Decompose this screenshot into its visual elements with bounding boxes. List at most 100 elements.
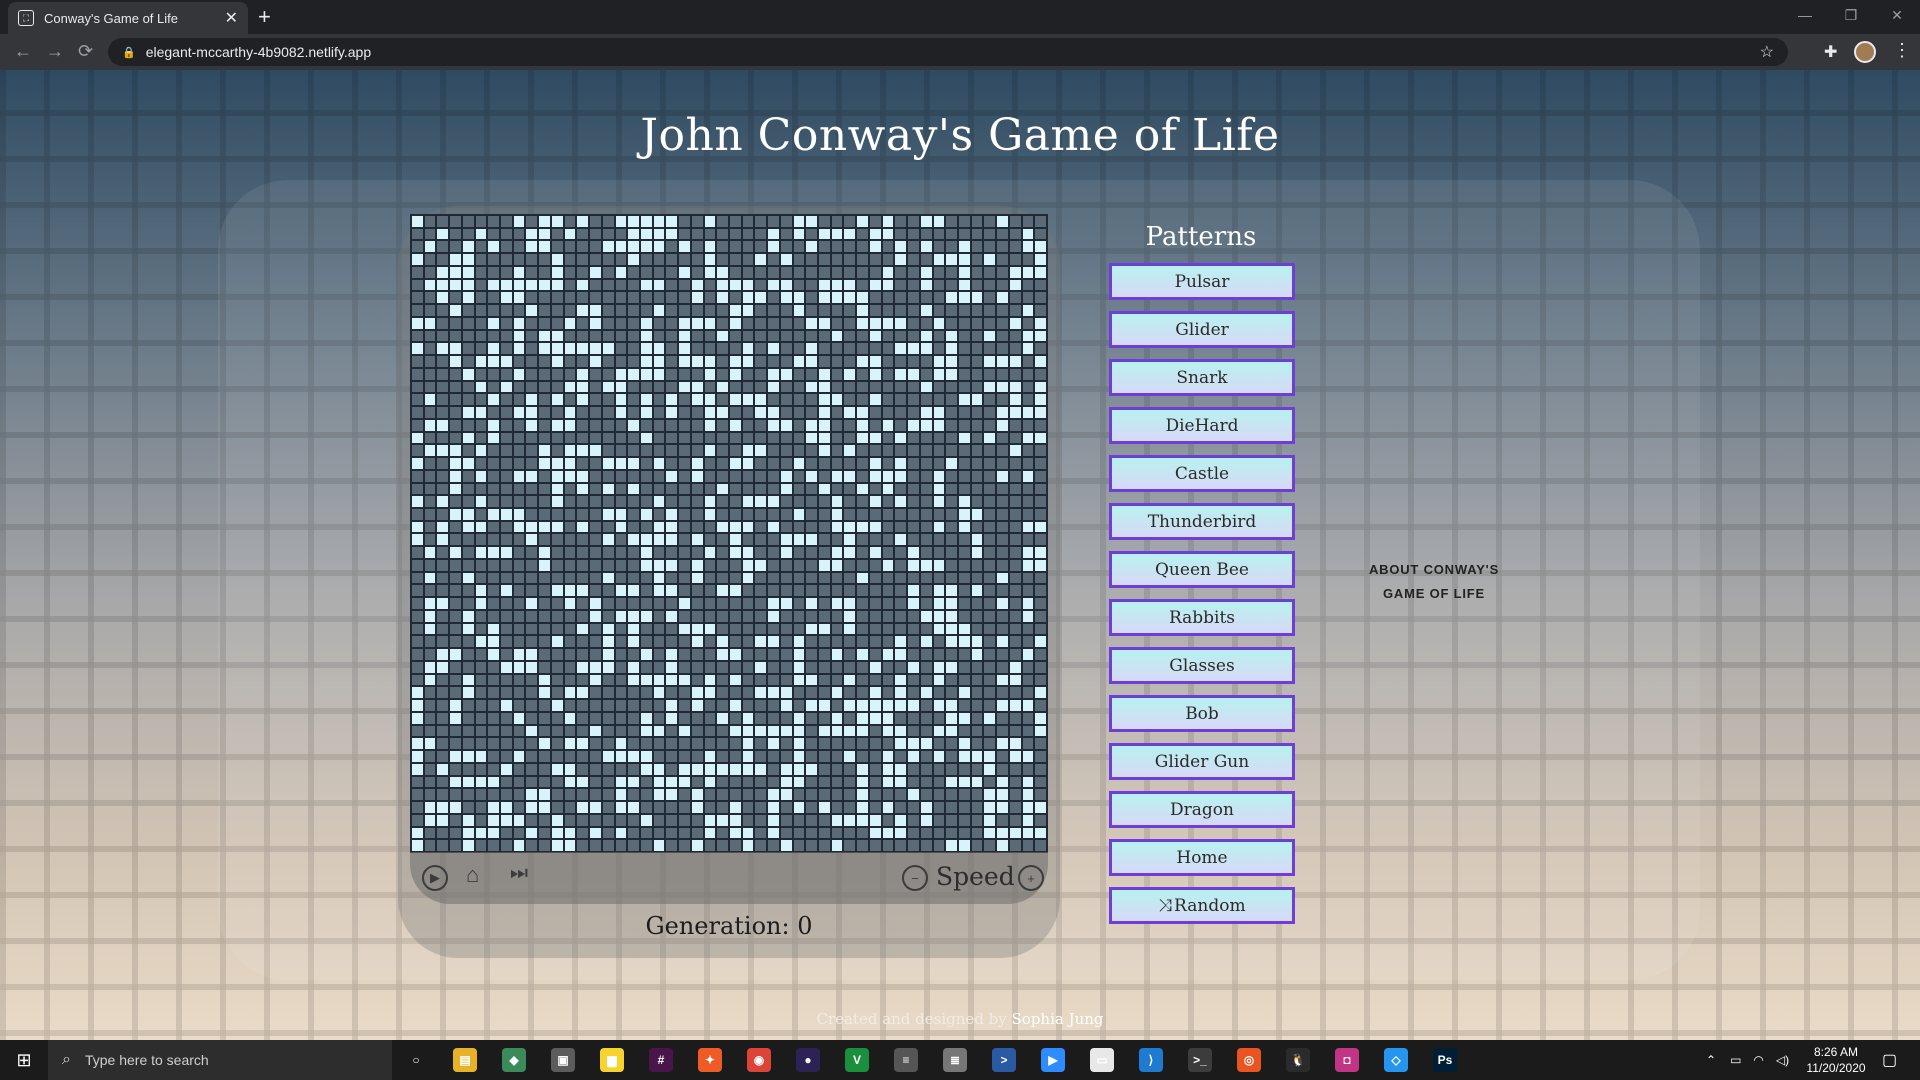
- grid-cell[interactable]: [412, 496, 423, 508]
- grid-cell[interactable]: [424, 356, 436, 367]
- grid-cell[interactable]: [450, 241, 461, 253]
- grid-cell[interactable]: [653, 534, 665, 546]
- grid-cell[interactable]: [997, 814, 1008, 826]
- grid-cell[interactable]: [551, 445, 563, 457]
- grid-cell[interactable]: [895, 394, 907, 406]
- grid-cell[interactable]: [857, 789, 868, 801]
- grid-cell[interactable]: [602, 649, 614, 660]
- grid-cell[interactable]: [666, 305, 678, 316]
- grid-cell[interactable]: [717, 636, 728, 648]
- grid-cell[interactable]: [984, 534, 996, 546]
- grid-cell[interactable]: [1035, 266, 1046, 278]
- grid-cell[interactable]: [564, 470, 576, 482]
- grid-cell[interactable]: [869, 547, 881, 558]
- grid-cell[interactable]: [869, 585, 881, 597]
- grid-cell[interactable]: [946, 814, 957, 826]
- grid-cell[interactable]: [590, 241, 601, 253]
- grid-cell[interactable]: [590, 521, 601, 533]
- grid-cell[interactable]: [755, 751, 767, 762]
- grid-cell[interactable]: [526, 356, 538, 367]
- grid-cell[interactable]: [971, 687, 983, 699]
- grid-cell[interactable]: [882, 687, 894, 699]
- grid-cell[interactable]: [717, 343, 728, 355]
- grid-cell[interactable]: [793, 610, 805, 622]
- grid-cell[interactable]: [513, 700, 525, 711]
- grid-cell[interactable]: [424, 228, 436, 240]
- grid-cell[interactable]: [831, 521, 843, 533]
- grid-cell[interactable]: [755, 521, 767, 533]
- grid-cell[interactable]: [590, 432, 601, 444]
- grid-cell[interactable]: [488, 610, 500, 622]
- grid-cell[interactable]: [831, 317, 843, 329]
- grid-cell[interactable]: [551, 496, 563, 508]
- grid-cell[interactable]: [869, 432, 881, 444]
- grid-cell[interactable]: [730, 712, 741, 724]
- grid-cell[interactable]: [615, 572, 627, 584]
- grid-cell[interactable]: [615, 585, 627, 597]
- grid-cell[interactable]: [742, 649, 754, 660]
- grid-cell[interactable]: [717, 700, 728, 711]
- grid-cell[interactable]: [628, 802, 639, 813]
- grid-cell[interactable]: [462, 356, 474, 367]
- grid-cell[interactable]: [730, 661, 741, 673]
- grid-cell[interactable]: [958, 598, 970, 609]
- grid-cell[interactable]: [958, 840, 970, 851]
- grid-cell[interactable]: [615, 241, 627, 253]
- grid-cell[interactable]: [997, 738, 1008, 750]
- grid-cell[interactable]: [513, 598, 525, 609]
- grid-cell[interactable]: [564, 649, 576, 660]
- grid-cell[interactable]: [908, 776, 919, 788]
- grid-cell[interactable]: [933, 636, 945, 648]
- linux-icon[interactable]: 🐧: [1286, 1048, 1310, 1072]
- grid-cell[interactable]: [1035, 241, 1046, 253]
- grid-cell[interactable]: [539, 636, 550, 648]
- grid-cell[interactable]: [1009, 343, 1021, 355]
- grid-cell[interactable]: [895, 266, 907, 278]
- grid-cell[interactable]: [628, 598, 639, 609]
- grid-cell[interactable]: [488, 394, 500, 406]
- grid-cell[interactable]: [984, 776, 996, 788]
- grid-cell[interactable]: [424, 521, 436, 533]
- grid-cell[interactable]: [437, 343, 449, 355]
- grid-cell[interactable]: [653, 687, 665, 699]
- grid-cell[interactable]: [691, 585, 703, 597]
- grid-cell[interactable]: [933, 712, 945, 724]
- grid-cell[interactable]: [628, 827, 639, 839]
- grid-cell[interactable]: [908, 368, 919, 380]
- grid-cell[interactable]: [933, 585, 945, 597]
- grid-cell[interactable]: [424, 241, 436, 253]
- grid-cell[interactable]: [590, 661, 601, 673]
- grid-cell[interactable]: [895, 789, 907, 801]
- grid-cell[interactable]: [640, 496, 652, 508]
- grid-cell[interactable]: [717, 356, 728, 367]
- grid-cell[interactable]: [564, 330, 576, 342]
- grid-cell[interactable]: [513, 661, 525, 673]
- grid-cell[interactable]: [869, 610, 881, 622]
- grid-cell[interactable]: [946, 827, 957, 839]
- grid-cell[interactable]: [437, 419, 449, 431]
- grid-cell[interactable]: [653, 623, 665, 635]
- grid-cell[interactable]: [462, 445, 474, 457]
- grid-cell[interactable]: [971, 712, 983, 724]
- grid-cell[interactable]: [628, 789, 639, 801]
- grid-cell[interactable]: [501, 814, 512, 826]
- grid-cell[interactable]: [450, 789, 461, 801]
- grid-cell[interactable]: [997, 432, 1008, 444]
- grid-cell[interactable]: [1035, 254, 1046, 265]
- grid-cell[interactable]: [933, 279, 945, 291]
- grid-cell[interactable]: [1009, 738, 1021, 750]
- grid-cell[interactable]: [997, 572, 1008, 584]
- grid-cell[interactable]: [755, 789, 767, 801]
- eclipse-icon[interactable]: ●: [796, 1048, 820, 1072]
- grid-cell[interactable]: [628, 483, 639, 495]
- grid-cell[interactable]: [577, 776, 589, 788]
- grid-cell[interactable]: [895, 254, 907, 265]
- grid-cell[interactable]: [857, 559, 868, 571]
- grid-cell[interactable]: [526, 394, 538, 406]
- grid-cell[interactable]: [424, 368, 436, 380]
- grid-cell[interactable]: [780, 343, 792, 355]
- grid-cell[interactable]: [551, 636, 563, 648]
- grid-cell[interactable]: [946, 610, 957, 622]
- grid-cell[interactable]: [462, 802, 474, 813]
- grid-cell[interactable]: [551, 254, 563, 265]
